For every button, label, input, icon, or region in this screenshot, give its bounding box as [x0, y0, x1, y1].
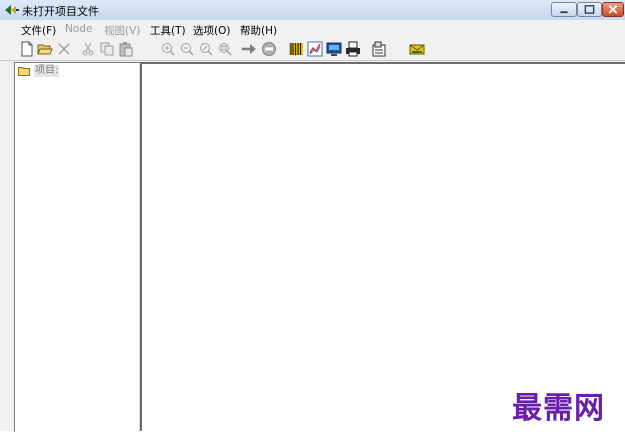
menu-help[interactable]: 帮助(H)	[240, 23, 277, 38]
watermark: 最需网	[512, 391, 605, 426]
menu-options[interactable]: 选项(O)	[193, 23, 230, 38]
monitor-icon[interactable]	[326, 41, 342, 57]
barcode-icon[interactable]	[288, 41, 304, 57]
chart-icon[interactable]	[307, 41, 323, 57]
zoom-out-icon[interactable]	[179, 41, 195, 57]
zoom-area-icon[interactable]	[198, 41, 214, 57]
menu-bar: 文件(F) Node 视图(V) 工具(T) 选项(O) 帮助(H)	[0, 20, 625, 38]
title-bar[interactable]: 未打开项目文件	[0, 0, 625, 21]
maximize-button[interactable]	[577, 2, 602, 17]
close-icon	[608, 5, 618, 14]
zoom-fit-icon[interactable]	[217, 41, 233, 57]
folder-icon	[18, 67, 30, 76]
toolbar	[0, 38, 625, 61]
tree-root-label: 项目:	[34, 65, 60, 77]
menu-file[interactable]: 文件(F)	[21, 23, 56, 38]
app-window: 未打开项目文件 文件(F) Node 视图(V) 工具(T) 选项(O) 帮助(…	[0, 0, 625, 432]
menu-tools[interactable]: 工具(T)	[150, 23, 186, 38]
paste-icon[interactable]	[118, 41, 134, 57]
new-file-icon[interactable]	[19, 41, 35, 57]
window-title: 未打开项目文件	[22, 5, 99, 18]
zoom-in-icon[interactable]	[160, 41, 176, 57]
stop-icon[interactable]	[261, 41, 277, 57]
open-folder-icon[interactable]	[37, 41, 53, 57]
minimize-button[interactable]	[551, 2, 577, 17]
maximize-icon	[584, 5, 595, 14]
print-icon[interactable]	[345, 41, 361, 57]
mail-icon[interactable]	[409, 41, 425, 57]
menu-node[interactable]: Node	[65, 23, 92, 35]
menu-view[interactable]: 视图(V)	[104, 23, 140, 38]
go-arrow-icon[interactable]	[241, 41, 257, 57]
project-tree-pane[interactable]: 项目:	[14, 62, 140, 432]
close-button[interactable]	[602, 2, 624, 17]
minimize-icon	[560, 11, 568, 14]
properties-icon[interactable]	[371, 41, 387, 57]
cut-icon[interactable]	[80, 41, 96, 57]
delete-icon[interactable]	[56, 41, 72, 57]
app-logo-icon	[5, 5, 19, 15]
copy-icon[interactable]	[99, 41, 115, 57]
document-area[interactable]	[140, 62, 625, 431]
